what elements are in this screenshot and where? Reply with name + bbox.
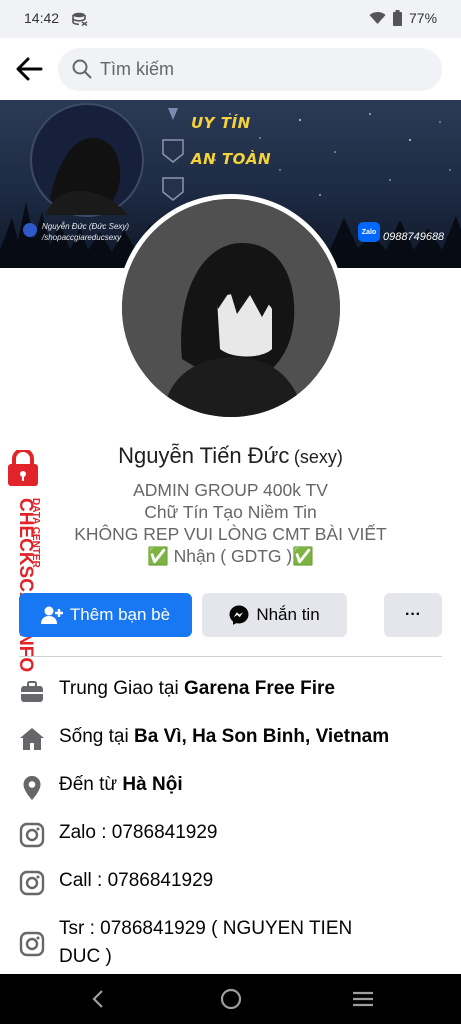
- battery-level: 77%: [409, 10, 438, 26]
- detail-work-value[interactable]: Garena Free Fire: [184, 678, 335, 699]
- more-icon: ···: [405, 606, 421, 623]
- nav-back-button[interactable]: [83, 986, 113, 1012]
- instagram-icon: [19, 870, 45, 896]
- message-label: Nhắn tin: [256, 605, 320, 624]
- cover-small-text-2: /shopaccgiareducsexy: [42, 233, 122, 242]
- avatar-image: [122, 199, 340, 417]
- bio-line-2: Chữ Tín Tạo Niềm Tin: [144, 502, 317, 522]
- detail-work-prefix: Trung Giao tại: [59, 678, 184, 699]
- instagram-icon: [19, 822, 45, 848]
- system-nav-bar: [0, 974, 461, 1024]
- search-icon: [72, 59, 92, 79]
- zalo-badge: Zalo: [358, 222, 380, 242]
- back-button[interactable]: [12, 52, 46, 86]
- circle-home-icon: [220, 988, 242, 1010]
- nav-home-button[interactable]: [216, 986, 246, 1012]
- divider: [19, 656, 442, 657]
- nav-recents-button[interactable]: [348, 986, 378, 1012]
- detail-tsr-line-2[interactable]: DUC ): [59, 946, 112, 968]
- checkscam-watermark: CHECKSCAM.INFO DATA CENTER: [8, 450, 41, 672]
- detail-tsr-line-1[interactable]: Tsr : 0786841929 ( NGUYEN TIEN: [59, 918, 352, 940]
- watermark-data-center: DATA CENTER: [30, 498, 41, 569]
- wifi-icon: [369, 12, 386, 24]
- search-box[interactable]: [58, 48, 442, 91]
- bio-line-3: KHÔNG REP VUI LÒNG CMT BÀI VIẾT: [74, 524, 387, 544]
- arrow-left-icon: [16, 57, 43, 81]
- instagram-icon: [19, 931, 45, 957]
- detail-zalo-text[interactable]: Zalo : 0786841929: [59, 822, 217, 844]
- detail-lives-in-prefix: Sống tại: [59, 726, 134, 747]
- battery-icon: [393, 10, 402, 26]
- bio-line-1: ADMIN GROUP 400k TV: [133, 480, 328, 500]
- briefcase-icon: [21, 681, 43, 702]
- profile-display-name: Nguyễn Tiến Đức: [118, 443, 290, 468]
- add-friend-button[interactable]: Thêm bạn bè: [19, 593, 192, 637]
- add-friend-label: Thêm bạn bè: [69, 605, 171, 624]
- cover-slogan-1: UY TÍN: [191, 114, 251, 132]
- detail-call-text[interactable]: Call : 0786841929: [59, 870, 213, 892]
- status-bar: 14:42 77%: [0, 0, 461, 38]
- search-input[interactable]: [100, 48, 430, 91]
- chevron-left-icon: [92, 990, 103, 1008]
- messenger-icon: [229, 605, 249, 625]
- cover-small-text-1: Nguyễn Đức (Đức Sexy): [42, 222, 130, 231]
- profile-avatar[interactable]: [117, 194, 345, 422]
- detail-from-value[interactable]: Hà Nội: [122, 774, 182, 795]
- profile-name: Nguyễn Tiến Đức (sexy): [0, 443, 461, 469]
- menu-lines-icon: [353, 991, 373, 1007]
- cover-phone: 0988749688: [383, 231, 445, 243]
- message-button[interactable]: Nhắn tin: [202, 593, 347, 637]
- cover-slogan-2: AN TOÀN: [191, 150, 272, 168]
- location-pin-icon: [23, 776, 41, 800]
- status-time: 14:42: [24, 10, 60, 26]
- more-options-button[interactable]: ···: [384, 593, 442, 637]
- top-bar: [0, 38, 461, 100]
- database-icon: [72, 12, 88, 26]
- add-person-icon: [40, 606, 63, 624]
- home-icon: [20, 728, 44, 750]
- detail-from-prefix: Đến từ: [59, 774, 123, 795]
- profile-alternate-name: (sexy): [293, 447, 343, 467]
- bio-line-4: ✅ Nhận ( GDTG )✅: [146, 546, 315, 566]
- detail-lives-in-value[interactable]: Ba Vì, Ha Son Binh, Vietnam: [134, 726, 389, 747]
